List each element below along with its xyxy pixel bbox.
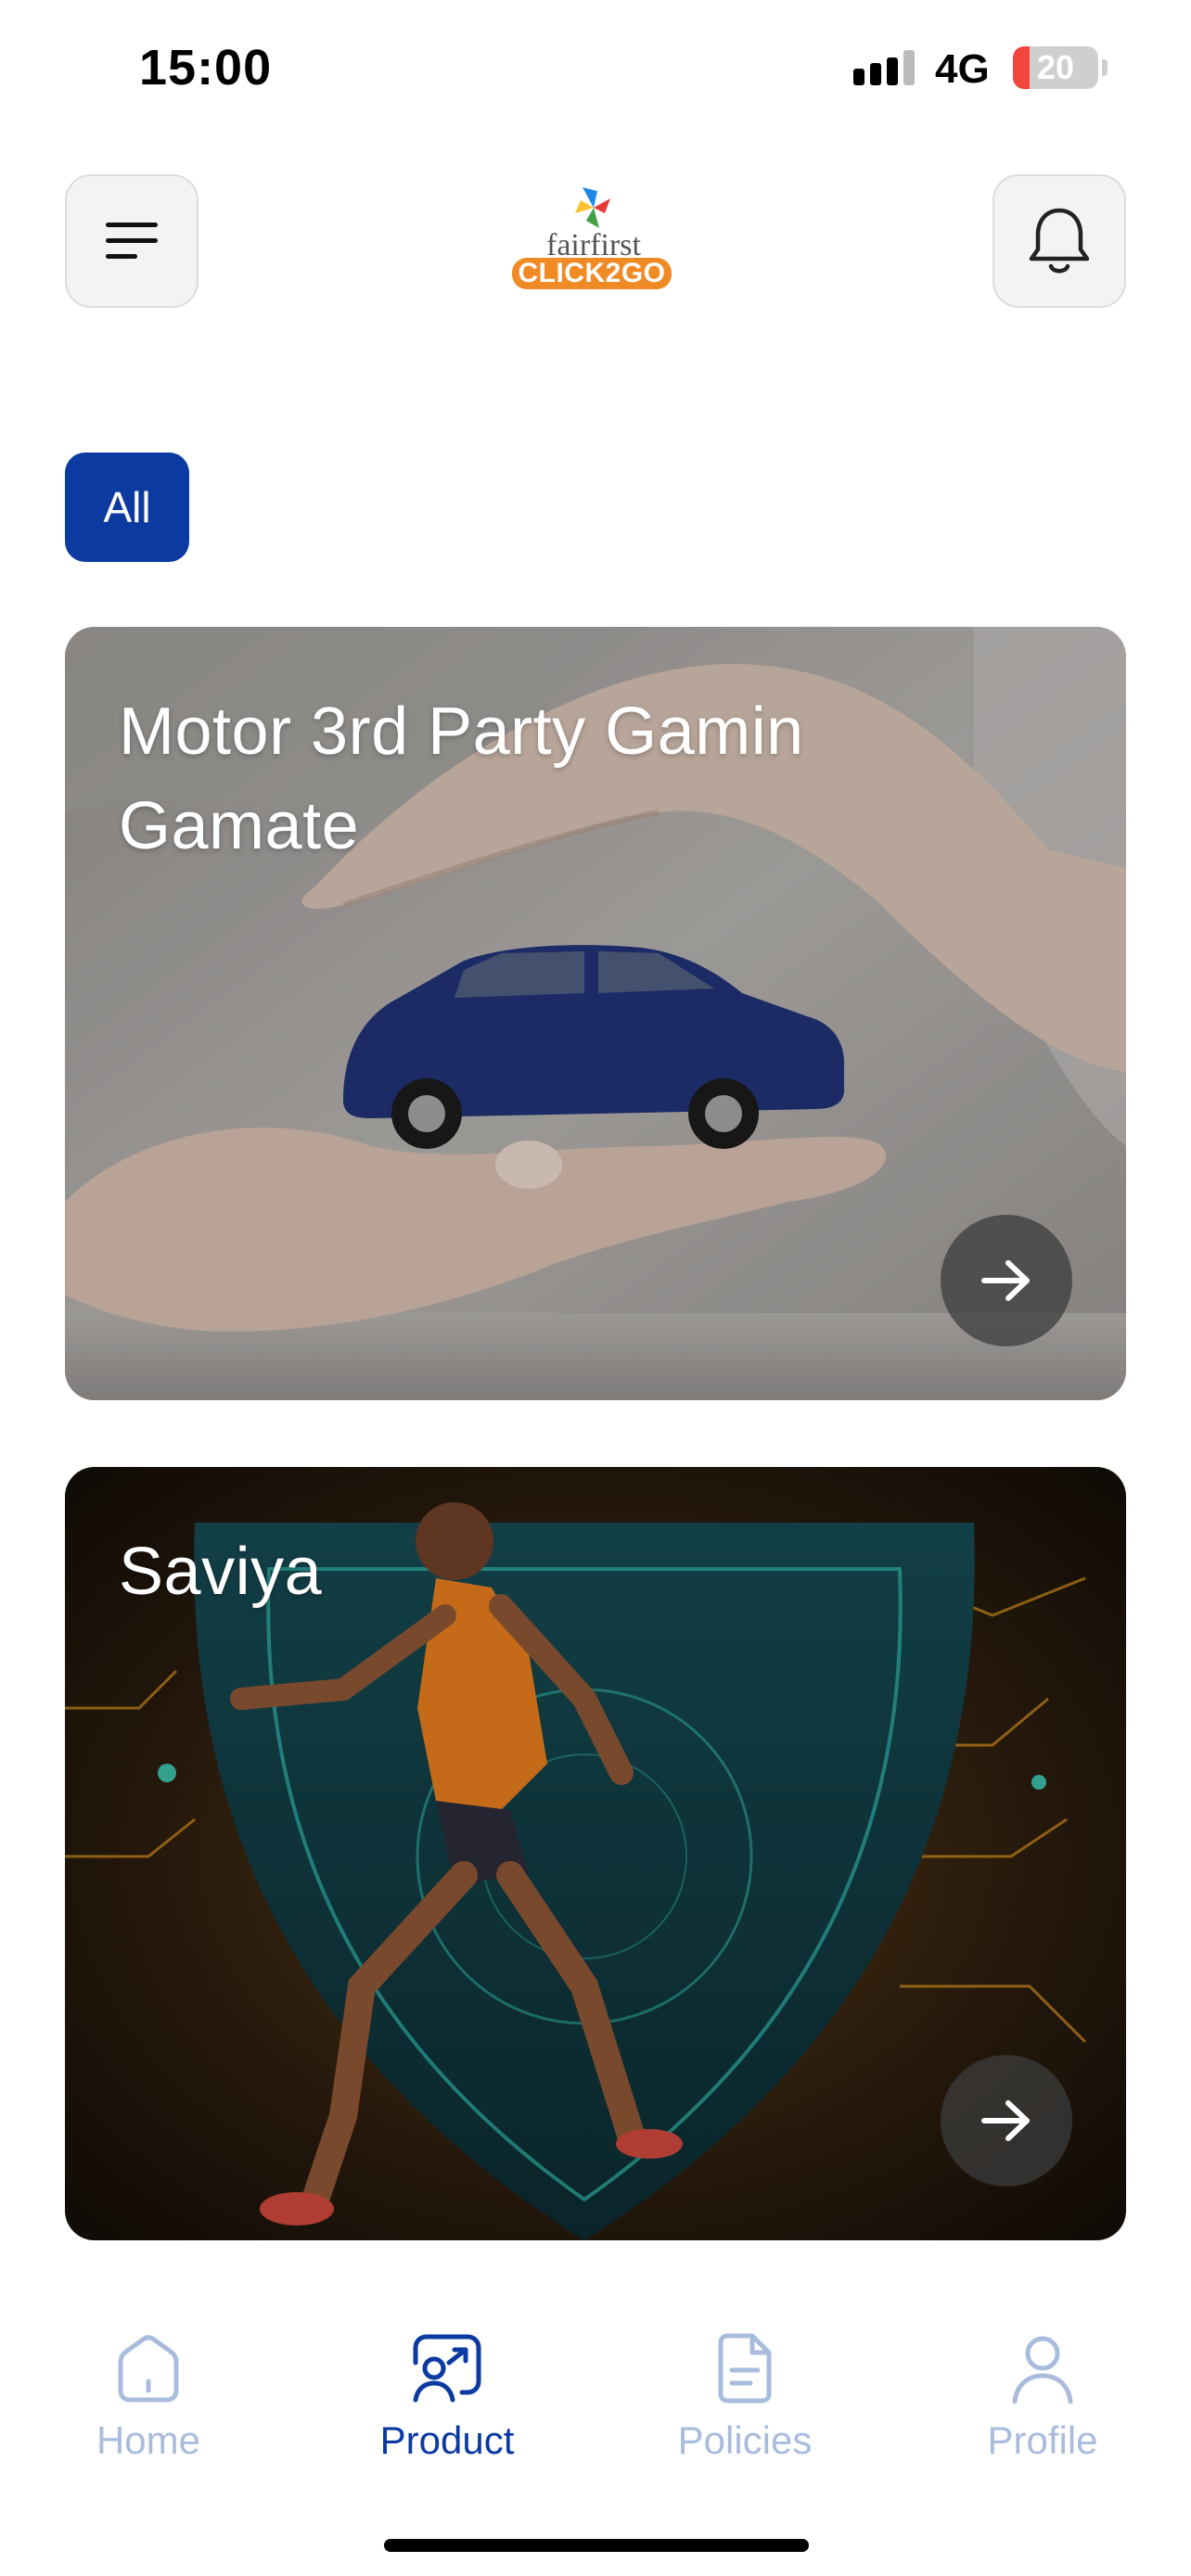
product-card-title: Motor 3rd Party Gamin Gamate <box>119 695 804 863</box>
nav-item-policies[interactable]: Policies <box>634 2329 856 2468</box>
nav-label-policies: Policies <box>677 2418 813 2462</box>
profile-icon <box>1012 2336 1073 2404</box>
product-card-title: Saviya <box>119 1535 323 1609</box>
home-indicator[interactable] <box>384 2539 809 2552</box>
bell-icon <box>1029 208 1090 274</box>
arrow-right-icon <box>981 2100 1030 2141</box>
menu-button[interactable] <box>65 174 198 308</box>
nav-item-profile[interactable]: Profile <box>931 2329 1154 2468</box>
bottom-navigation: Home Product Policies Profile <box>0 2309 1191 2494</box>
status-time: 15:00 <box>139 40 273 96</box>
menu-icon <box>106 223 158 259</box>
fairfirst-click2go-logo: fairfirst CLICK2GO <box>501 182 686 302</box>
network-type: 4G <box>935 46 990 92</box>
home-icon <box>118 2335 179 2403</box>
policies-icon <box>718 2333 772 2404</box>
product-card-arrow-button[interactable] <box>941 2055 1072 2187</box>
nav-label-profile: Profile <box>987 2418 1098 2462</box>
nav-label-product: Product <box>379 2418 515 2462</box>
nav-item-product[interactable]: Product <box>336 2329 558 2468</box>
product-card-arrow-button[interactable] <box>941 1215 1072 1346</box>
battery-icon: 20 <box>1013 46 1098 89</box>
product-card-saviya[interactable]: Saviya <box>65 1467 1126 2240</box>
logo-bottom-text: CLICK2GO <box>512 258 672 289</box>
product-card-motor[interactable]: Motor 3rd Party Gamin Gamate <box>65 627 1126 1400</box>
product-icon <box>413 2334 481 2403</box>
notifications-button[interactable] <box>992 174 1126 308</box>
filter-chip-all[interactable]: All <box>65 453 189 562</box>
nav-item-home[interactable]: Home <box>37 2329 260 2468</box>
battery-nub <box>1102 59 1108 76</box>
nav-label-home: Home <box>96 2418 201 2462</box>
signal-strength-icon <box>853 50 915 85</box>
arrow-right-icon <box>981 1260 1030 1301</box>
status-bar: 15:00 4G 20 <box>0 0 1191 139</box>
battery-level: 20 <box>1036 48 1075 86</box>
